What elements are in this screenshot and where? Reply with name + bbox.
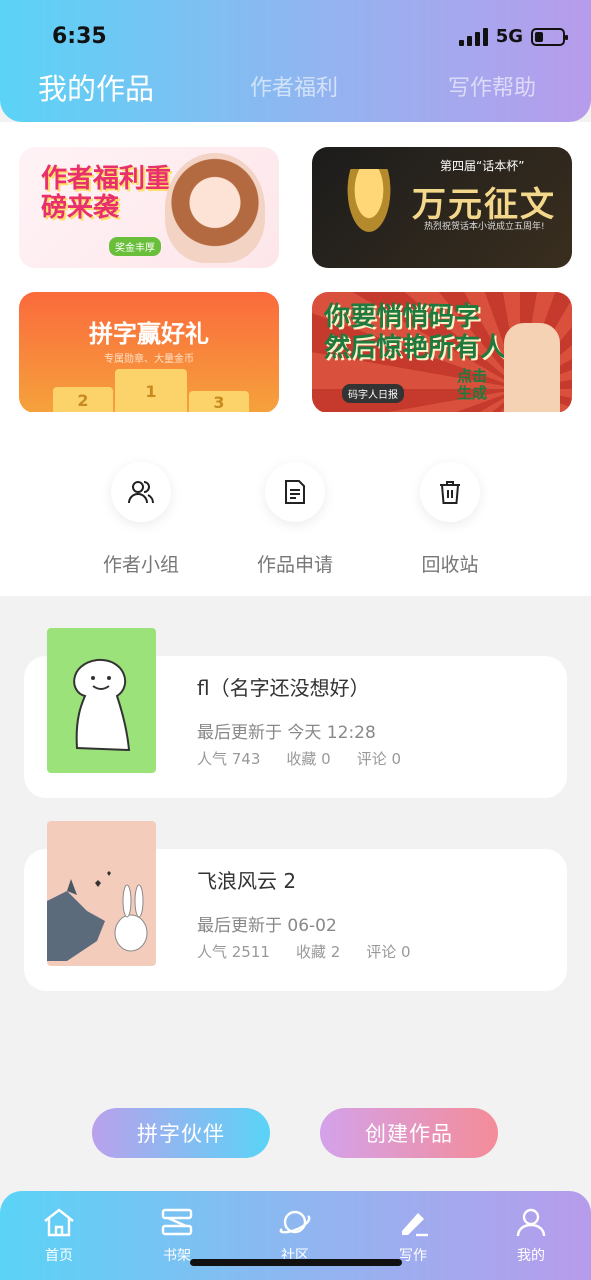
banner-essay-contest[interactable]: 第四届“话本杯” 万元征文 热烈祝贺话本小说成立五周年! (312, 147, 572, 268)
tab-bookshelf[interactable]: 书架 (142, 1207, 212, 1265)
tab-write[interactable]: 写作 (378, 1207, 448, 1265)
work-updated: 最后更新于 06-02 (197, 916, 337, 936)
trophy-icon (344, 169, 394, 239)
banner-daily-report[interactable]: 你要悄悄码字 然后惊艳所有人 码字人日报 点击生成 (312, 292, 572, 413)
work-updated: 最后更新于 今天 12:28 (197, 723, 376, 743)
status-bar-right: 5G (458, 26, 568, 47)
signal-icon (458, 27, 488, 46)
action-label: 作品申请 (256, 554, 333, 576)
bottom-tab-bar: 首页 书架 社区 写作 我的 (0, 1191, 591, 1280)
user-icon (516, 1208, 546, 1237)
tab-label: 首页 (45, 1248, 73, 1264)
banner-tag: 码字人日报 (342, 384, 404, 403)
work-stats: 人气 743 收藏 0 评论 0 (197, 748, 401, 769)
podium-third: 3 (189, 391, 249, 413)
home-indicator (190, 1259, 402, 1266)
banner-illustration (165, 153, 265, 263)
banner-typing-prize[interactable]: 拼字赢好礼 专属勋章、大量金币 2 1 3 (19, 292, 279, 413)
banner-title: 作者福利重磅来袭 (41, 164, 172, 223)
quick-actions: 作者小组 作品申请 回收站 (0, 412, 591, 596)
action-author-group[interactable]: 作者小组 (81, 462, 201, 577)
status-time: 6:35 (52, 24, 107, 49)
tab-author-benefits[interactable]: 作者福利 (250, 70, 338, 102)
work-comments: 评论 0 (366, 943, 411, 961)
fist-illustration (504, 323, 560, 413)
typing-partner-button[interactable]: 拼字伙伴 (92, 1108, 270, 1158)
home-icon (44, 1208, 74, 1237)
work-title: fl（名字还没想好） (197, 676, 370, 700)
network-type: 5G (495, 26, 523, 47)
planet-icon (279, 1210, 311, 1234)
podium-first: 1 (115, 369, 187, 413)
action-label: 回收站 (421, 554, 479, 576)
tab-mine[interactable]: 我的 (496, 1207, 566, 1265)
battery-icon (531, 27, 568, 46)
tab-label: 我的 (517, 1248, 545, 1264)
banner-grid: 作者福利重磅来袭 奖金丰厚 第四届“话本杯” 万元征文 热烈祝贺话本小说成立五周… (0, 122, 591, 413)
work-stats: 人气 2511 收藏 2 评论 0 (197, 941, 411, 962)
tab-writing-help[interactable]: 写作帮助 (448, 70, 536, 102)
banner-subtitle: 专属勋章、大量金币 (104, 354, 194, 365)
create-work-button[interactable]: 创建作品 (320, 1108, 498, 1158)
work-comments: 评论 0 (356, 750, 402, 768)
work-favorites: 收藏 2 (295, 943, 341, 961)
banner-title-line1: 你要悄悄码字 (324, 302, 481, 332)
work-cover[interactable] (47, 821, 156, 966)
action-work-apply[interactable]: 作品申请 (235, 462, 355, 577)
banner-click: 点击生成 (456, 367, 487, 402)
tab-my-works[interactable]: 我的作品 (38, 66, 154, 108)
pen-icon (402, 1213, 428, 1237)
action-recycle-bin[interactable]: 回收站 (390, 462, 510, 577)
podium-second: 2 (53, 387, 113, 413)
work-cover[interactable] (47, 628, 156, 773)
group-icon (111, 462, 171, 522)
banner-title-line2: 然后惊艳所有人 (324, 333, 507, 364)
banner-subtitle: 第四届“话本杯” (440, 159, 525, 173)
tab-community[interactable]: 社区 (260, 1207, 330, 1265)
work-title: 飞浪风云 2 (197, 869, 297, 893)
banner-author-benefits[interactable]: 作者福利重磅来袭 奖金丰厚 (19, 147, 279, 268)
work-favorites: 收藏 0 (286, 750, 331, 768)
banner-title: 拼字赢好礼 (89, 320, 209, 348)
bookshelf-icon (161, 1208, 193, 1236)
banner-tag: 奖金丰厚 (109, 237, 161, 256)
banner-title: 你要悄悄码字 然后惊艳所有人 (324, 302, 506, 364)
banner-note: 热烈祝贺话本小说成立五周年! (424, 222, 545, 232)
action-label: 作者小组 (102, 554, 179, 576)
tab-home[interactable]: 首页 (24, 1207, 94, 1265)
work-popularity: 人气 743 (197, 750, 261, 768)
trash-icon (420, 462, 480, 522)
document-icon (265, 462, 325, 522)
header: 6:35 5G 我的作品 作者福利 写作帮助 (0, 0, 591, 122)
work-popularity: 人气 2511 (197, 943, 270, 961)
